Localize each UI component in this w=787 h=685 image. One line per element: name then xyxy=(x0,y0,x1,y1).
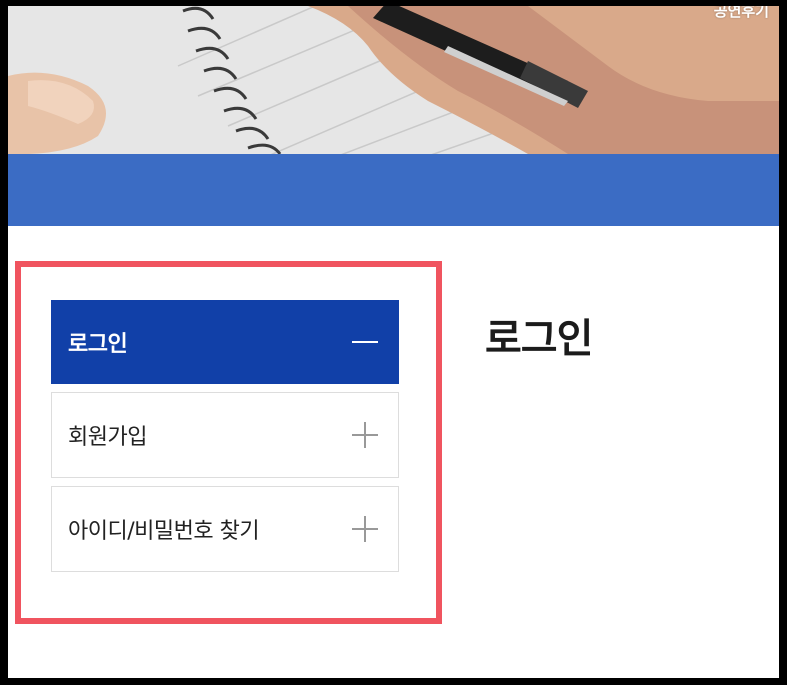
sidebar-item-label: 로그인 xyxy=(68,332,128,357)
sidebar-item-label: 회원가입 xyxy=(68,425,147,450)
hero-corner-text: 공연후기 xyxy=(713,6,769,20)
page-title: 로그인 xyxy=(485,316,593,362)
sidebar-item-signup[interactable]: 회원가입 xyxy=(51,392,399,478)
minus-icon xyxy=(352,329,378,355)
plus-icon xyxy=(352,516,378,542)
sidebar-item-login[interactable]: 로그인 xyxy=(51,300,399,384)
header-color-band xyxy=(8,154,779,226)
hero-banner-image: 공연후기 xyxy=(8,6,779,154)
sidebar-item-label: 아이디/비밀번호 찾기 xyxy=(68,519,260,544)
page-frame: 공연후기 로그인 회원가입 아이디/비밀번호 찾기 로그인 xyxy=(8,6,779,678)
plus-icon xyxy=(352,422,378,448)
sidebar-item-find-account[interactable]: 아이디/비밀번호 찾기 xyxy=(51,486,399,572)
